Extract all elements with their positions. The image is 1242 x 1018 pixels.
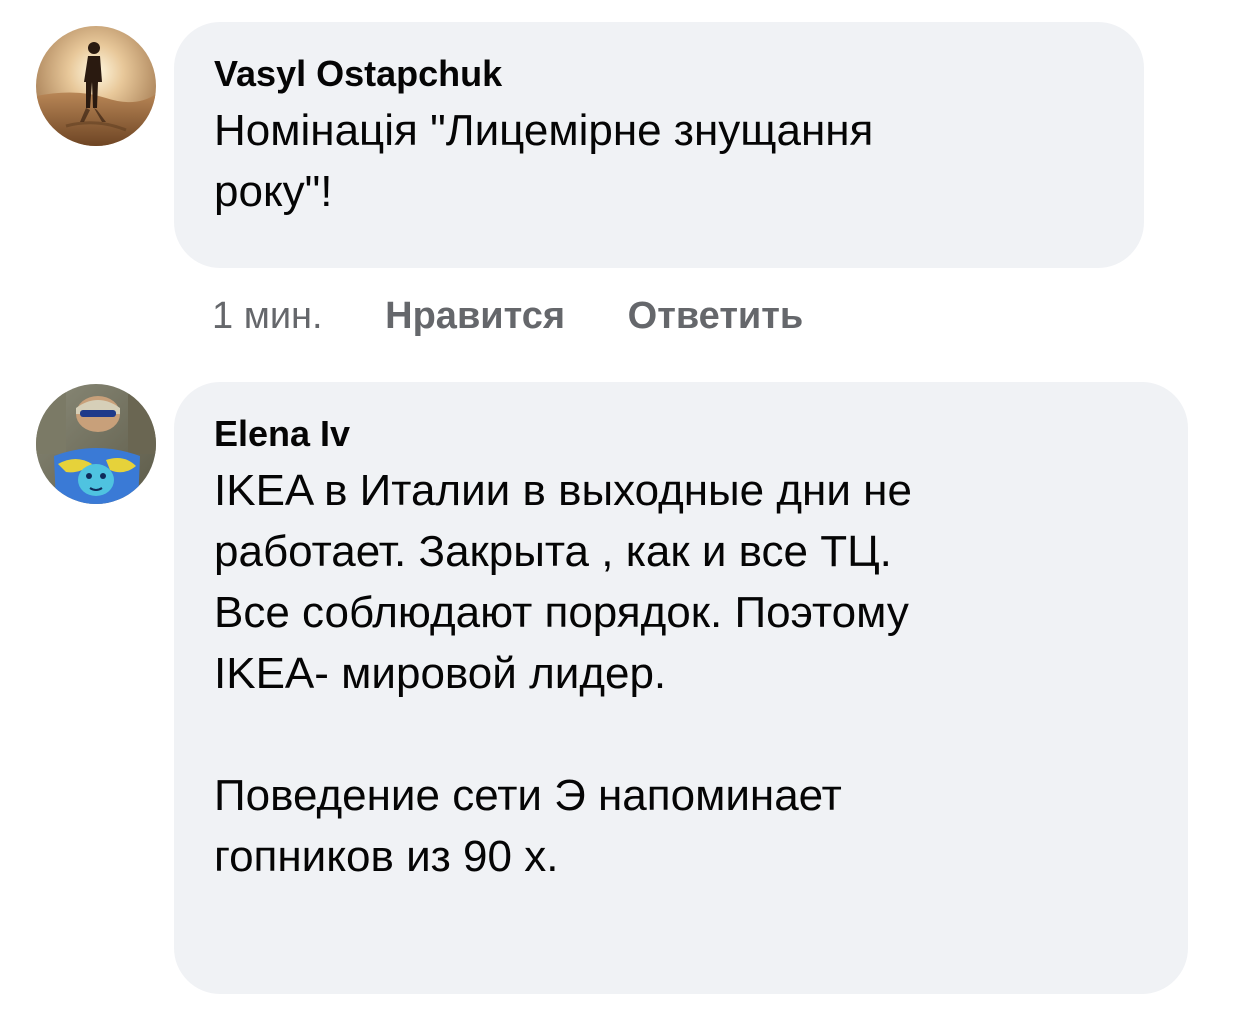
comment-timestamp[interactable]: 1 мин.: [212, 294, 323, 338]
avatar[interactable]: [36, 26, 156, 146]
comment-author[interactable]: Elena Iv: [214, 412, 350, 456]
desert-silhouette-avatar-icon: [36, 26, 156, 146]
comment-actions: 1 мин. Нравится Ответить: [212, 294, 855, 338]
comment-text: Номінація "Лицемірне знущання року"!: [214, 106, 874, 216]
comment-text: IKEA в Италии в выходные дни не работает…: [214, 466, 912, 881]
reply-button[interactable]: Ответить: [628, 294, 804, 338]
comment-bubble: Elena Iv IKEA в Италии в выходные дни не…: [174, 382, 1188, 994]
like-button[interactable]: Нравится: [385, 294, 565, 338]
comment-author[interactable]: Vasyl Ostapchuk: [214, 52, 502, 96]
avatar[interactable]: [36, 384, 156, 504]
blue-yellow-portrait-avatar-icon: [36, 384, 156, 504]
comment-bubble: Vasyl Ostapchuk Номінація "Лицемірне зну…: [174, 22, 1144, 268]
